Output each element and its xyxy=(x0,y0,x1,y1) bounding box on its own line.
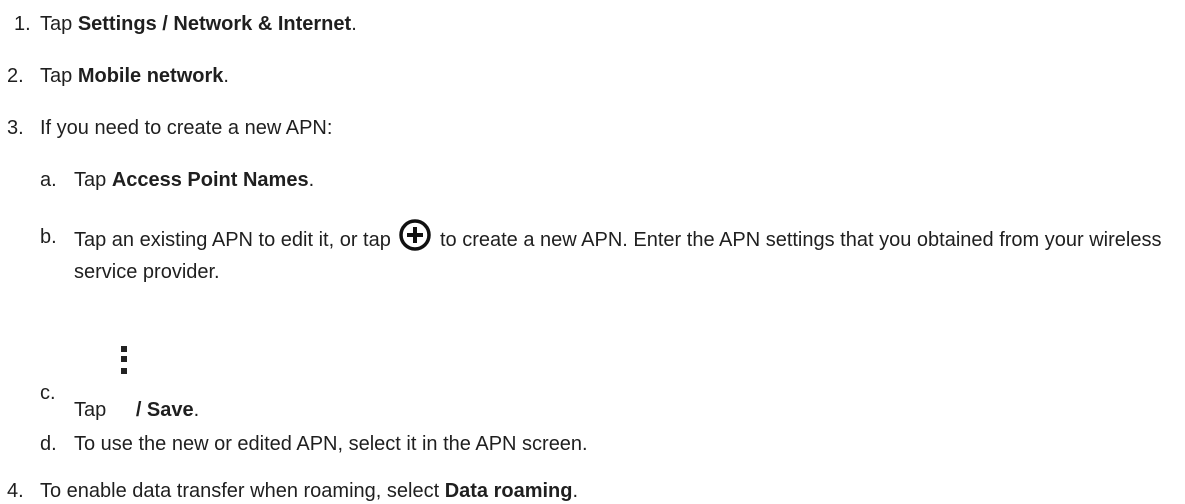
substep-text: To use the new or edited APN, select it … xyxy=(74,433,588,455)
step-number: 2. xyxy=(7,65,24,87)
ui-path-label: Mobile network xyxy=(77,65,224,87)
substep-text: Tap xyxy=(74,399,112,421)
step-number: 3. xyxy=(7,117,24,139)
ui-path-label: / Save xyxy=(135,399,194,421)
substep-letter: a. xyxy=(40,169,57,191)
add-circle-icon xyxy=(398,218,432,252)
substep-text: Tap an existing APN to edit it, or tap xyxy=(74,229,397,251)
substep-letter: b. xyxy=(40,226,57,248)
ui-path-label: Access Point Names xyxy=(111,169,309,191)
step-number: 1. xyxy=(14,13,31,35)
step-text: If you need to create a new APN: xyxy=(40,117,333,139)
step-number: 4. xyxy=(7,480,24,502)
ui-path-label: Settings / Network & Internet xyxy=(77,13,352,35)
substep-letter: c. xyxy=(40,382,56,404)
substep-letter: d. xyxy=(40,433,57,455)
step-text: Tap xyxy=(40,13,78,35)
more-vertical-icon xyxy=(118,346,130,386)
substep-text: Tap xyxy=(74,169,112,191)
step-text: Tap xyxy=(40,65,78,87)
